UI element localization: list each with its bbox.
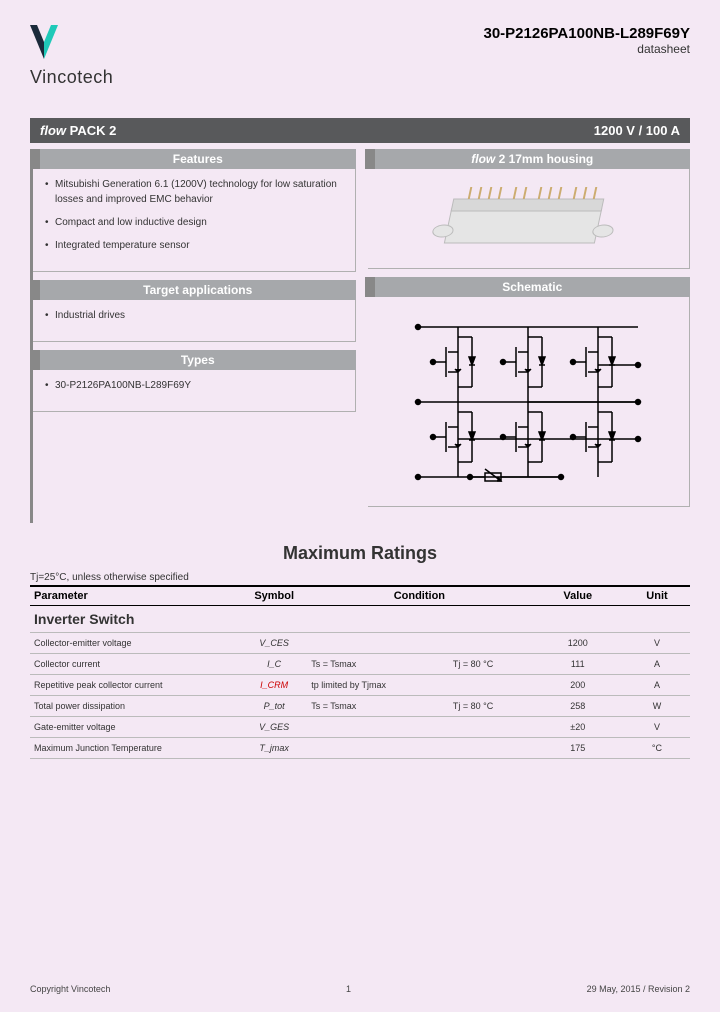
title-bar: flow PACK 2 1200 V / 100 A: [30, 118, 690, 143]
sym-cell: T_jmax: [241, 738, 307, 759]
title-bar-rating: 1200 V / 100 A: [594, 123, 680, 138]
page-footer: Copyright Vincotech 1 29 May, 2015 / Rev…: [30, 984, 690, 994]
max-ratings-title: Maximum Ratings: [30, 543, 690, 564]
schematic-header: Schematic: [365, 277, 691, 297]
section-inverter-switch: Inverter Switch: [30, 606, 690, 633]
types-header: Types: [30, 350, 356, 370]
schematic-block: Schematic: [368, 277, 691, 507]
table-row: Total power dissipation P_tot Ts = Tsmax…: [30, 696, 690, 717]
doc-type: datasheet: [483, 42, 690, 56]
footer-date-rev: 29 May, 2015 / Revision 2: [587, 984, 690, 994]
sym-cell: P_tot: [241, 696, 307, 717]
unit-cell: V: [624, 717, 690, 738]
param-cell: Maximum Junction Temperature: [30, 738, 241, 759]
max-ratings-section: Maximum Ratings Tj=25°C, unless otherwis…: [30, 543, 690, 759]
table-row: Repetitive peak collector current I_CRM …: [30, 675, 690, 696]
feature-item: Mitsubishi Generation 6.1 (1200V) techno…: [45, 177, 345, 207]
title-bar-left: flow PACK 2: [40, 123, 116, 138]
feature-item: Compact and low inductive design: [45, 215, 345, 230]
param-cell: Collector-emitter voltage: [30, 633, 241, 654]
param-cell: Collector current: [30, 654, 241, 675]
val-cell: ±20: [532, 717, 624, 738]
sym-cell: V_GES: [241, 717, 307, 738]
val-cell: 258: [532, 696, 624, 717]
cond-cell: [449, 633, 532, 654]
cond-cell: Ts = Tsmax: [307, 696, 449, 717]
cond-cell: Tj = 80 °C: [449, 654, 532, 675]
col-parameter: Parameter: [30, 586, 241, 606]
cond-cell: tp limited by Tjmax: [307, 675, 449, 696]
target-app-item: Industrial drives: [45, 308, 345, 323]
cond-cell: [307, 738, 449, 759]
col-symbol: Symbol: [241, 586, 307, 606]
module-icon: [418, 179, 638, 259]
sym-cell: I_CRM: [260, 680, 288, 690]
table-row: Collector current I_C Ts = Tsmax Tj = 80…: [30, 654, 690, 675]
sym-cell: I_C: [241, 654, 307, 675]
housing-flow: flow: [471, 152, 495, 166]
cond-cell: Tj = 80 °C: [449, 696, 532, 717]
logo-block: Vincotech: [30, 25, 113, 88]
types-body: 30-P2126PA100NB-L289F69Y: [33, 370, 356, 412]
overview-section: Features Mitsubishi Generation 6.1 (1200…: [30, 149, 690, 523]
footer-copyright: Copyright Vincotech: [30, 984, 110, 994]
title-bar-pack: PACK 2: [70, 123, 117, 138]
cond-cell: [307, 633, 449, 654]
param-cell: Gate-emitter voltage: [30, 717, 241, 738]
col-value: Value: [532, 586, 624, 606]
cond-cell: [449, 738, 532, 759]
housing-rest: 2 17mm housing: [495, 152, 593, 166]
unit-cell: °C: [624, 738, 690, 759]
feature-item: Integrated temperature sensor: [45, 238, 345, 253]
cond-cell: [307, 717, 449, 738]
title-bar-flow: flow: [40, 123, 66, 138]
condition-note: Tj=25°C, unless otherwise specified: [30, 572, 690, 583]
footer-page: 1: [110, 984, 586, 994]
table-row: Maximum Junction Temperature T_jmax 175 …: [30, 738, 690, 759]
val-cell: 175: [532, 738, 624, 759]
col-condition: Condition: [307, 586, 531, 606]
unit-cell: A: [624, 675, 690, 696]
unit-cell: A: [624, 654, 690, 675]
type-item: 30-P2126PA100NB-L289F69Y: [45, 378, 345, 393]
param-cell: Repetitive peak collector current: [30, 675, 241, 696]
unit-cell: W: [624, 696, 690, 717]
val-cell: 1200: [532, 633, 624, 654]
unit-cell: V: [624, 633, 690, 654]
schematic-image: [368, 297, 691, 507]
val-cell: 200: [532, 675, 624, 696]
target-apps-block: Target applications Industrial drives: [33, 280, 356, 342]
cond-cell: Ts = Tsmax: [307, 654, 449, 675]
target-apps-header: Target applications: [30, 280, 356, 300]
table-row: Collector-emitter voltage V_CES 1200 V: [30, 633, 690, 654]
cond-cell: [449, 675, 532, 696]
val-cell: 111: [532, 654, 624, 675]
ratings-table: Parameter Symbol Condition Value Unit In…: [30, 585, 690, 759]
features-block: Features Mitsubishi Generation 6.1 (1200…: [33, 149, 356, 272]
schematic-icon: [398, 307, 658, 497]
vincotech-logo-icon: [30, 25, 58, 59]
company-name: Vincotech: [30, 67, 113, 88]
types-block: Types 30-P2126PA100NB-L289F69Y: [33, 350, 356, 412]
features-header: Features: [30, 149, 356, 169]
cond-cell: [449, 717, 532, 738]
param-cell: Total power dissipation: [30, 696, 241, 717]
header-right: 30-P2126PA100NB-L289F69Y datasheet: [483, 25, 690, 56]
part-number: 30-P2126PA100NB-L289F69Y: [483, 25, 690, 42]
target-apps-body: Industrial drives: [33, 300, 356, 342]
features-body: Mitsubishi Generation 6.1 (1200V) techno…: [33, 169, 356, 272]
sym-cell: V_CES: [241, 633, 307, 654]
table-row: Gate-emitter voltage V_GES ±20 V: [30, 717, 690, 738]
col-unit: Unit: [624, 586, 690, 606]
housing-block: flow 2 17mm housing: [368, 149, 691, 269]
page-header: Vincotech 30-P2126PA100NB-L289F69Y datas…: [30, 25, 690, 88]
product-image: [368, 169, 691, 269]
housing-header: flow 2 17mm housing: [365, 149, 691, 169]
